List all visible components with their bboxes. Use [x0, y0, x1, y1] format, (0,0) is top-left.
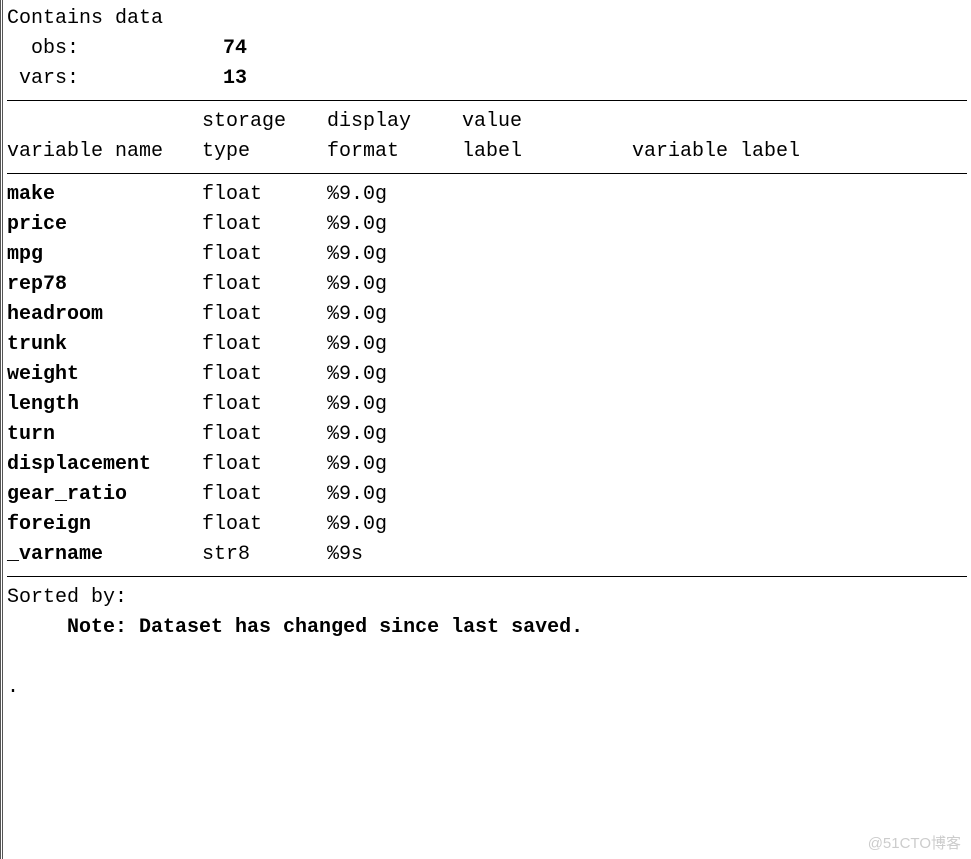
- table-row: _varnamestr8%9s: [7, 540, 632, 570]
- vars-label: vars:: [7, 67, 79, 90]
- var-display-format: %9.0g: [327, 510, 462, 540]
- var-name: rep78: [7, 270, 202, 300]
- var-storage-type: float: [202, 510, 327, 540]
- var-storage-type: float: [202, 330, 327, 360]
- hdr-display-1: display: [327, 107, 462, 137]
- note-label: Note:: [7, 616, 139, 639]
- column-headers: storage display value variable name type…: [7, 107, 800, 167]
- separator-top: [7, 100, 967, 101]
- table-row: makefloat%9.0g: [7, 180, 632, 210]
- hdr-varname-1: [7, 107, 202, 137]
- var-display-format: %9.0g: [327, 450, 462, 480]
- var-name: foreign: [7, 510, 202, 540]
- var-storage-type: float: [202, 480, 327, 510]
- var-storage-type: float: [202, 180, 327, 210]
- var-storage-type: float: [202, 390, 327, 420]
- hdr-value-2: label: [462, 137, 632, 167]
- var-storage-type: float: [202, 360, 327, 390]
- separator-bottom: [7, 576, 967, 577]
- var-name: displacement: [7, 450, 202, 480]
- watermark: @51CTO博客: [868, 832, 961, 853]
- hdr-display-2: format: [327, 137, 462, 167]
- var-storage-type: float: [202, 420, 327, 450]
- var-value-label: [462, 420, 632, 450]
- sorted-by-line: Sorted by:: [7, 583, 971, 613]
- var-value-label: [462, 480, 632, 510]
- var-value-label: [462, 360, 632, 390]
- table-row: foreignfloat%9.0g: [7, 510, 632, 540]
- table-row: weightfloat%9.0g: [7, 360, 632, 390]
- var-value-label: [462, 210, 632, 240]
- var-name: headroom: [7, 300, 202, 330]
- var-display-format: %9s: [327, 540, 462, 570]
- var-storage-type: float: [202, 210, 327, 240]
- obs-label: obs:: [7, 37, 79, 60]
- var-display-format: %9.0g: [327, 270, 462, 300]
- var-name: gear_ratio: [7, 480, 202, 510]
- var-display-format: %9.0g: [327, 330, 462, 360]
- var-value-label: [462, 240, 632, 270]
- note-text: Dataset has changed since last saved.: [139, 616, 583, 639]
- var-value-label: [462, 540, 632, 570]
- table-row: mpgfloat%9.0g: [7, 240, 632, 270]
- hdr-varname-2: variable name: [7, 137, 202, 167]
- var-display-format: %9.0g: [327, 480, 462, 510]
- var-storage-type: float: [202, 450, 327, 480]
- var-value-label: [462, 270, 632, 300]
- note-line: Note: Dataset has changed since last sav…: [7, 613, 971, 643]
- var-storage-type: float: [202, 240, 327, 270]
- table-row: trunkfloat%9.0g: [7, 330, 632, 360]
- var-value-label: [462, 330, 632, 360]
- var-name: length: [7, 390, 202, 420]
- var-display-format: %9.0g: [327, 180, 462, 210]
- describe-output: Contains data obs: 74 vars: 13 storage d…: [3, 0, 971, 703]
- var-display-format: %9.0g: [327, 240, 462, 270]
- command-prompt[interactable]: .: [7, 673, 971, 703]
- table-row: rep78float%9.0g: [7, 270, 632, 300]
- var-value-label: [462, 450, 632, 480]
- table-row: pricefloat%9.0g: [7, 210, 632, 240]
- obs-value: 74: [223, 37, 247, 60]
- var-display-format: %9.0g: [327, 390, 462, 420]
- hdr-value-1: value: [462, 107, 632, 137]
- var-value-label: [462, 300, 632, 330]
- var-storage-type: str8: [202, 540, 327, 570]
- var-display-format: %9.0g: [327, 420, 462, 450]
- var-display-format: %9.0g: [327, 360, 462, 390]
- var-display-format: %9.0g: [327, 300, 462, 330]
- vars-value: 13: [223, 67, 247, 90]
- var-value-label: [462, 180, 632, 210]
- var-name: weight: [7, 360, 202, 390]
- var-name: price: [7, 210, 202, 240]
- var-name: make: [7, 180, 202, 210]
- empty-line: [7, 643, 971, 673]
- vars-line: vars: 13: [7, 64, 971, 94]
- hdr-storage-2: type: [202, 137, 327, 167]
- hdr-varlabel-2: variable label: [632, 137, 800, 167]
- obs-line: obs: 74: [7, 34, 971, 64]
- hdr-varlabel-1: [632, 107, 800, 137]
- table-row: headroomfloat%9.0g: [7, 300, 632, 330]
- var-storage-type: float: [202, 300, 327, 330]
- var-name: trunk: [7, 330, 202, 360]
- contains-data-title: Contains data: [7, 4, 971, 34]
- var-storage-type: float: [202, 270, 327, 300]
- var-value-label: [462, 390, 632, 420]
- var-name: turn: [7, 420, 202, 450]
- var-value-label: [462, 510, 632, 540]
- var-name: mpg: [7, 240, 202, 270]
- table-row: displacementfloat%9.0g: [7, 450, 632, 480]
- variables-table: makefloat%9.0gpricefloat%9.0gmpgfloat%9.…: [7, 180, 632, 570]
- table-row: lengthfloat%9.0g: [7, 390, 632, 420]
- hdr-storage-1: storage: [202, 107, 327, 137]
- table-row: turnfloat%9.0g: [7, 420, 632, 450]
- var-display-format: %9.0g: [327, 210, 462, 240]
- var-name: _varname: [7, 540, 202, 570]
- separator-mid: [7, 173, 967, 174]
- table-row: gear_ratiofloat%9.0g: [7, 480, 632, 510]
